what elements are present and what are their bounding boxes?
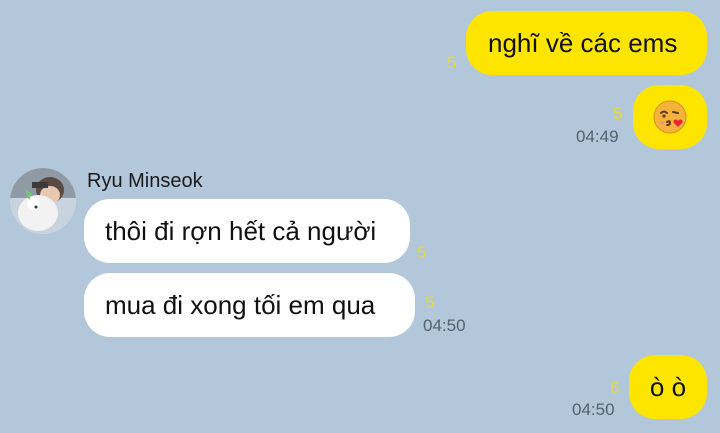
my-message-bubble[interactable]: ò ò: [629, 355, 707, 419]
unread-count: 5: [613, 104, 623, 123]
their-message-bubble[interactable]: thôi đi rợn hết cả người: [84, 199, 410, 263]
message-text: thôi đi rợn hết cả người: [105, 216, 377, 246]
unread-count: 5: [417, 243, 427, 262]
my-message-bubble[interactable]: nghĩ về các ems: [466, 11, 707, 75]
message-text: mua đi xong tối em qua: [105, 290, 376, 320]
message-timestamp: 04:50: [423, 316, 466, 335]
chat-room[interactable]: nghĩ về các ems 5 5 04:49 Ryu Minseok th…: [0, 0, 720, 433]
kissing-face-with-heart-icon: [653, 100, 687, 134]
message-timestamp: 04:49: [576, 127, 619, 146]
contact-name: Ryu Minseok: [87, 170, 203, 192]
unread-count: 5: [447, 53, 457, 72]
unread-count: 6: [610, 378, 620, 397]
contact-avatar[interactable]: [10, 168, 76, 234]
their-message-bubble[interactable]: mua đi xong tối em qua: [84, 273, 415, 337]
message-text: ò ò: [649, 372, 687, 402]
my-emoji-bubble[interactable]: [633, 85, 707, 149]
unread-count: 5: [425, 293, 435, 312]
message-text: nghĩ về các ems: [488, 28, 678, 58]
message-timestamp: 04:50: [572, 400, 615, 419]
profile-photo-icon: [10, 168, 76, 234]
